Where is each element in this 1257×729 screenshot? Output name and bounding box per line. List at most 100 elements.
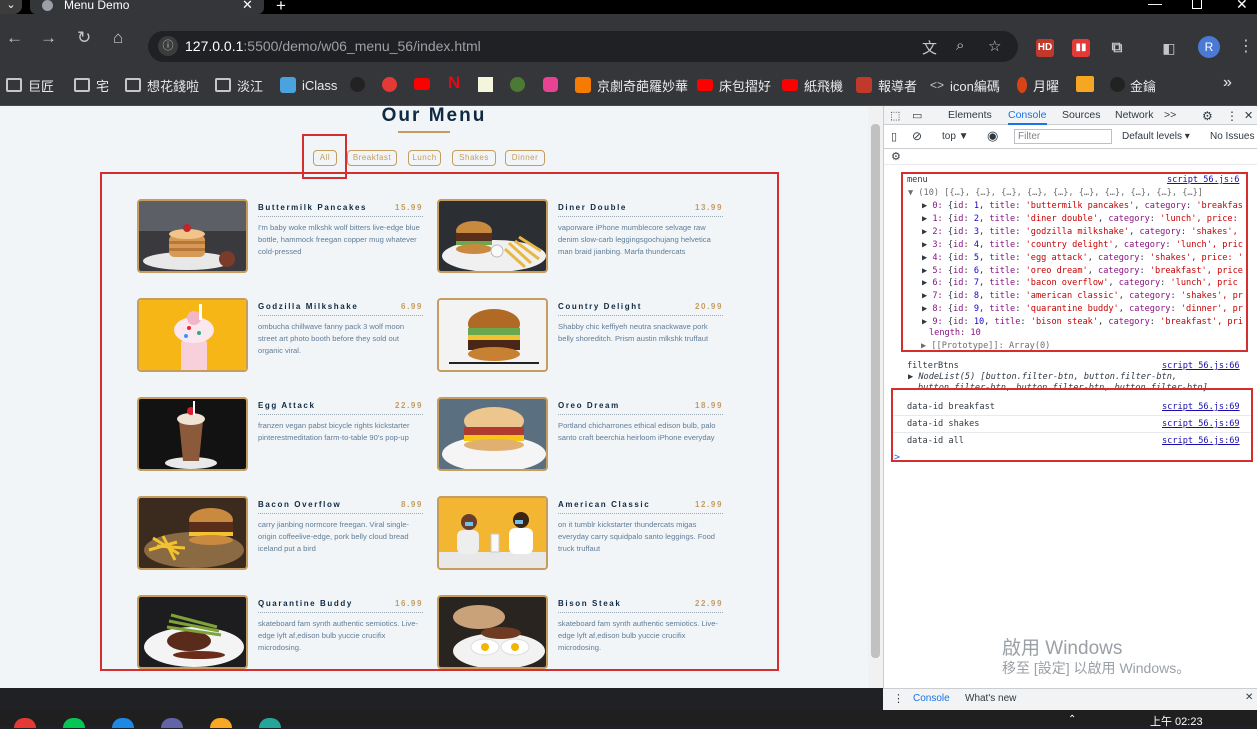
bookmark-5[interactable]: 京劇奇葩羅妙華 — [575, 75, 688, 95]
filter-breakfast-button[interactable]: Breakfast — [347, 150, 397, 166]
files-taskbar-icon[interactable] — [210, 718, 232, 728]
issues-count[interactable]: No Issues — [1210, 131, 1254, 142]
bookmark-3[interactable]: 淡江 — [215, 75, 263, 95]
home-icon[interactable]: ⌂ — [113, 28, 123, 48]
menu-array-row[interactable]: ▶ 4: {id: 5, title: 'egg attack', catego… — [922, 253, 1243, 263]
line-taskbar-icon[interactable] — [63, 718, 85, 728]
youtube-icon[interactable] — [414, 78, 430, 90]
bookmark-label: 床包摺好 — [719, 78, 772, 94]
bookmark-6[interactable]: 床包摺好 — [697, 75, 771, 95]
tab-console[interactable]: Console — [1008, 109, 1047, 125]
bookmark-4[interactable]: iClass — [280, 75, 337, 95]
window-close-icon[interactable]: ✕ — [1236, 0, 1248, 13]
591-icon[interactable] — [1076, 76, 1094, 92]
menu-array-row[interactable]: ▶ 6: {id: 7, title: 'bacon overflow', ca… — [922, 278, 1238, 288]
more-bookmarks-button[interactable]: » — [1223, 74, 1232, 92]
row-category: 'breakfas — [1196, 201, 1243, 211]
bookmark-10[interactable]: 月曜 — [1017, 75, 1059, 95]
row-category: 'breakfast', pri — [1160, 317, 1243, 328]
menu-array-row[interactable]: ▶ 1: {id: 2, title: 'diner double', cate… — [922, 214, 1238, 224]
tab-search-button[interactable]: ⌄ — [0, 0, 22, 14]
filter-lunch-button[interactable]: Lunch — [408, 150, 441, 166]
forward-icon[interactable]: → — [40, 28, 57, 48]
bookmark-8[interactable]: 報導者 — [856, 75, 917, 95]
row-id: 8 — [973, 291, 979, 302]
side-panel-icon[interactable]: ◧ — [1160, 39, 1178, 57]
teams-taskbar-icon[interactable] — [161, 718, 183, 728]
drawer-tab-whats-new[interactable]: What's new — [965, 693, 1016, 704]
browser-menu-icon[interactable]: ⋮ — [1238, 36, 1254, 56]
zoom-icon[interactable]: ⌕ — [956, 37, 964, 54]
extension-red-icon[interactable]: ▮▮ — [1072, 39, 1090, 57]
drawer-menu-icon[interactable]: ⋮ — [893, 692, 904, 705]
clear-console-icon[interactable]: ⊘ — [912, 129, 922, 143]
dark-icon[interactable] — [1110, 77, 1125, 92]
bookmark-1[interactable]: 宅 — [74, 75, 109, 95]
scrollbar-thumb[interactable] — [871, 124, 880, 658]
bookmark-11[interactable]: 金鑰 — [1124, 75, 1156, 95]
drawer-tab-console[interactable]: Console — [913, 693, 950, 704]
browser-tab[interactable]: Menu Demo ✕ — [30, 0, 264, 14]
menu-array-row[interactable]: ▶ 5: {id: 6, title: 'oreo dream', catego… — [922, 266, 1243, 276]
bookmark-0[interactable]: 巨匠 — [6, 75, 54, 95]
pink-icon[interactable] — [543, 77, 558, 92]
bookmark-9[interactable]: <> icon編碼 — [930, 75, 1000, 95]
extension-hd-icon[interactable]: HD — [1036, 39, 1054, 57]
netflix-icon[interactable]: N — [448, 73, 460, 93]
image-icon[interactable] — [478, 77, 493, 92]
sidebar-toggle-icon[interactable]: ▯ — [891, 130, 897, 143]
menu-array-row[interactable]: ▶ 7: {id: 8, title: 'american classic', … — [922, 291, 1243, 301]
minimize-icon[interactable]: — — [1148, 0, 1162, 11]
filter-shakes-button[interactable]: Shakes — [452, 150, 496, 166]
row-category: 'shakes', pr — [1180, 291, 1243, 302]
devtools-menu-icon[interactable]: ⋮ — [1226, 109, 1238, 123]
console-prompt[interactable]: > — [894, 452, 900, 463]
bookmark-2[interactable]: 想花錢啦 — [125, 75, 199, 95]
page-scrollbar[interactable] — [868, 106, 883, 688]
nodelist-line-1[interactable]: ▶ NodeList(5) [button.filter-btn, button… — [908, 372, 1177, 382]
back-icon[interactable]: ← — [6, 28, 23, 48]
more-tabs-button[interactable]: >> — [1164, 109, 1176, 121]
extensions-puzzle-icon[interactable]: ⧉ — [1108, 39, 1126, 57]
row-title: 'quarantine buddy' — [1025, 304, 1119, 315]
levels-dropdown[interactable]: Default levels ▾ — [1122, 131, 1190, 142]
app-taskbar-icon[interactable] — [259, 718, 281, 728]
title-underline — [398, 131, 450, 133]
maximize-icon[interactable] — [1192, 0, 1202, 9]
tab-elements[interactable]: Elements — [948, 109, 992, 121]
address-bar[interactable]: ⓘ 127.0.0.1:5500/demo/w06_menu_56/index.… — [148, 31, 1018, 62]
console-filter-input[interactable]: Filter — [1014, 129, 1112, 144]
close-devtools-icon[interactable]: ✕ — [1244, 109, 1253, 122]
chrome-taskbar-icon[interactable] — [14, 718, 36, 728]
context-select[interactable]: top ▼ — [942, 131, 969, 142]
tab-network[interactable]: Network — [1115, 109, 1154, 121]
menu-array-row[interactable]: ▶ 2: {id: 3, title: 'godzilla milkshake'… — [922, 227, 1238, 237]
vscode-taskbar-icon[interactable] — [112, 718, 134, 728]
leaf-icon[interactable] — [510, 77, 525, 92]
tab-sources[interactable]: Sources — [1062, 109, 1101, 121]
console-settings-icon[interactable]: ⚙ — [891, 150, 901, 163]
bookmark-7[interactable]: 紙飛機 — [782, 75, 843, 95]
filter-dinner-button[interactable]: Dinner — [505, 150, 545, 166]
translate-icon[interactable]: 文 — [922, 37, 937, 58]
network-icon[interactable]: ⌃ — [1068, 714, 1076, 725]
music-icon[interactable] — [382, 77, 397, 92]
drawer-close-icon[interactable]: ✕ — [1245, 692, 1253, 703]
menu-array-row[interactable]: ▶ 8: {id: 9, title: 'quarantine buddy', … — [922, 304, 1243, 314]
github-icon[interactable] — [350, 77, 365, 92]
gear-icon[interactable]: ⚙ — [1202, 109, 1213, 123]
site-info-icon[interactable]: ⓘ — [158, 36, 178, 56]
inspect-icon[interactable]: ⬚ — [890, 109, 900, 122]
tab-close-button[interactable]: ✕ — [242, 0, 253, 13]
menu-array-row[interactable]: ▶ 9: {id: 10, title: 'bison steak', cate… — [922, 317, 1243, 327]
menu-array-row[interactable]: ▶ 0: {id: 1, title: 'buttermilk pancakes… — [922, 201, 1243, 211]
taskbar-clock[interactable]: 上午 02:23 — [1150, 713, 1203, 729]
device-toolbar-icon[interactable]: ▭ — [912, 109, 922, 122]
url-text[interactable]: 127.0.0.1:5500/demo/w06_menu_56/index.ht… — [185, 38, 481, 54]
eye-icon[interactable]: ◉ — [987, 128, 998, 144]
profile-avatar[interactable]: R — [1198, 36, 1220, 58]
reload-icon[interactable]: ↻ — [77, 28, 91, 48]
menu-array-row[interactable]: ▶ 3: {id: 4, title: 'country delight', c… — [922, 240, 1243, 250]
log-source-link[interactable]: script_56.js:66 — [1162, 361, 1240, 371]
bookmark-star-icon[interactable]: ☆ — [988, 37, 1001, 55]
